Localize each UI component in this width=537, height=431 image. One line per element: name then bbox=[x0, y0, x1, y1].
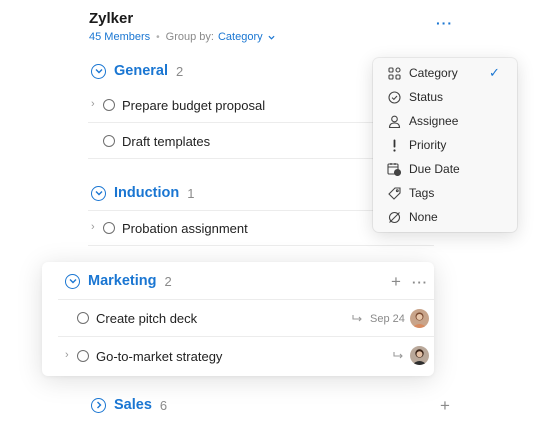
task-row[interactable]: Prepare budget proposal bbox=[103, 95, 265, 115]
task-row[interactable]: Draft templates bbox=[103, 131, 210, 151]
task-name[interactable]: Create pitch deck bbox=[96, 311, 197, 326]
menu-item-label: Category bbox=[409, 66, 458, 80]
group-by-menu: Category ✓ Status Assignee Priority Due … bbox=[373, 58, 517, 232]
row-divider bbox=[88, 245, 434, 246]
complete-task-radio[interactable] bbox=[103, 99, 115, 111]
collapse-chevron-icon[interactable] bbox=[65, 273, 80, 289]
group-name: Marketing bbox=[88, 273, 157, 289]
group-header-induction[interactable]: Induction 1 bbox=[91, 185, 194, 201]
menu-item-priority[interactable]: Priority bbox=[373, 134, 517, 156]
group-header-general[interactable]: General 2 bbox=[91, 63, 183, 79]
menu-item-due-date[interactable]: Due Date bbox=[373, 158, 517, 180]
group-count: 6 bbox=[159, 397, 168, 413]
task-row[interactable]: Create pitch deck bbox=[77, 308, 197, 328]
expand-subtasks-icon[interactable]: › bbox=[65, 349, 69, 361]
expand-subtasks-icon[interactable]: › bbox=[91, 98, 95, 110]
menu-item-label: None bbox=[409, 210, 438, 224]
group-name: Induction bbox=[114, 185, 180, 201]
chevron-down-icon[interactable] bbox=[268, 34, 275, 41]
row-divider bbox=[88, 210, 378, 211]
group-header-marketing[interactable]: Marketing 2 bbox=[65, 273, 172, 289]
row-divider bbox=[58, 336, 434, 337]
task-name[interactable]: Probation assignment bbox=[122, 221, 248, 236]
more-options-icon[interactable]: ··· bbox=[436, 16, 452, 30]
menu-item-label: Due Date bbox=[409, 162, 460, 176]
page-title: Zylker bbox=[89, 10, 134, 27]
group-name: General bbox=[114, 63, 168, 79]
menu-item-label: Priority bbox=[409, 138, 447, 152]
row-divider bbox=[58, 299, 434, 300]
due-date: Sep 24 bbox=[370, 313, 405, 325]
task-row[interactable]: Probation assignment bbox=[103, 218, 248, 238]
expand-chevron-icon[interactable] bbox=[91, 397, 106, 413]
calendar-clock-icon bbox=[387, 162, 401, 176]
add-task-icon[interactable]: + bbox=[440, 397, 450, 414]
menu-item-label: Assignee bbox=[409, 114, 459, 128]
task-name[interactable]: Draft templates bbox=[122, 134, 210, 149]
assignee-avatar[interactable] bbox=[410, 309, 429, 328]
menu-item-none[interactable]: None bbox=[373, 206, 517, 228]
group-more-icon[interactable]: ··· bbox=[412, 276, 428, 289]
workspace-header: Zylker bbox=[89, 10, 133, 27]
task-row[interactable]: Go-to-market strategy bbox=[77, 346, 222, 366]
menu-item-tags[interactable]: Tags bbox=[373, 182, 517, 204]
assignee-avatar[interactable] bbox=[410, 346, 429, 365]
task-name[interactable]: Prepare budget proposal bbox=[122, 98, 265, 113]
group-count: 2 bbox=[164, 273, 172, 289]
group-name: Sales bbox=[114, 397, 152, 413]
header-subline: 45 Members • Group by: Category bbox=[89, 31, 275, 43]
menu-item-assignee[interactable]: Assignee bbox=[373, 110, 517, 132]
complete-task-radio[interactable] bbox=[77, 350, 89, 362]
subtask-icon bbox=[393, 352, 403, 359]
members-link[interactable]: 45 Members bbox=[89, 31, 150, 43]
menu-item-label: Tags bbox=[409, 186, 435, 200]
menu-item-label: Status bbox=[409, 90, 444, 104]
collapse-chevron-icon[interactable] bbox=[91, 63, 106, 79]
separator-dot: • bbox=[156, 31, 160, 43]
group-by-label: Group by: bbox=[165, 31, 214, 43]
complete-task-radio[interactable] bbox=[103, 135, 115, 147]
menu-item-status[interactable]: Status bbox=[373, 86, 517, 108]
collapse-chevron-icon[interactable] bbox=[91, 185, 106, 201]
selected-check-icon: ✓ bbox=[489, 65, 500, 80]
group-header-sales[interactable]: Sales 6 bbox=[91, 397, 167, 413]
tag-icon bbox=[387, 186, 401, 200]
complete-task-radio[interactable] bbox=[103, 222, 115, 234]
exclamation-icon bbox=[387, 138, 401, 152]
add-task-icon[interactable]: + bbox=[391, 273, 401, 290]
subtask-icon bbox=[352, 315, 362, 322]
task-name[interactable]: Go-to-market strategy bbox=[96, 349, 222, 364]
category-grid-icon bbox=[387, 66, 401, 80]
row-divider bbox=[88, 158, 378, 159]
group-by-dropdown[interactable]: Category bbox=[218, 31, 263, 43]
row-divider bbox=[88, 122, 378, 123]
none-slash-icon bbox=[387, 210, 401, 224]
group-count: 1 bbox=[187, 185, 195, 201]
expand-subtasks-icon[interactable]: › bbox=[91, 221, 95, 233]
complete-task-radio[interactable] bbox=[77, 312, 89, 324]
person-icon bbox=[387, 114, 401, 128]
status-check-icon bbox=[387, 90, 401, 104]
menu-item-category[interactable]: Category ✓ bbox=[373, 62, 517, 84]
group-count: 2 bbox=[176, 63, 184, 79]
